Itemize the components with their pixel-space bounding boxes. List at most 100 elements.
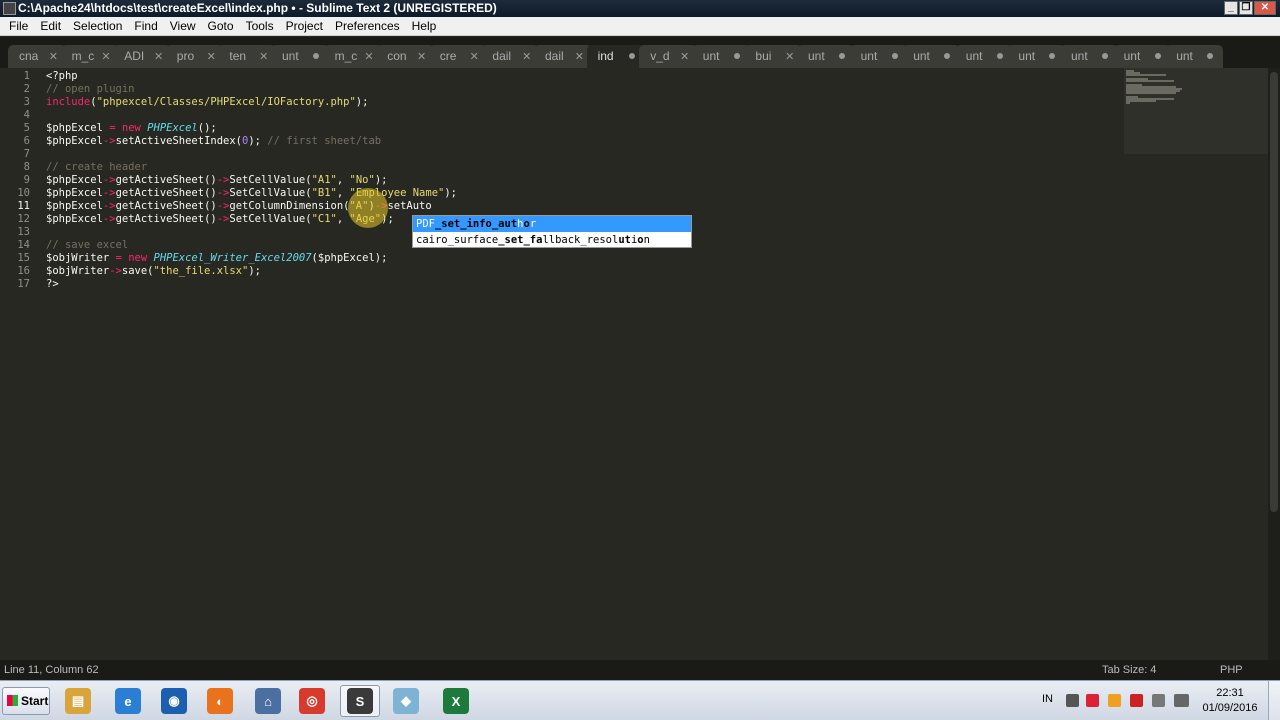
tab-14[interactable]: bui ✕ (744, 45, 803, 68)
unsaved-dot-icon[interactable] (1207, 53, 1214, 59)
code-line[interactable]: $phpExcel->getActiveSheet()->SetCellValu… (46, 174, 457, 187)
minimize-button[interactable]: _ (1224, 1, 1238, 15)
scrollbar-thumb[interactable] (1270, 72, 1278, 512)
menu-goto[interactable]: Goto (202, 17, 240, 36)
tab-13[interactable]: unt (691, 45, 750, 68)
excel-taskbar-button[interactable]: X (436, 685, 476, 717)
tab-close-icon[interactable]: ✕ (470, 48, 479, 67)
orange-circle-icon[interactable] (1108, 694, 1121, 707)
explorer-taskbar-button[interactable]: ▤ (58, 685, 98, 717)
red-tool-icon[interactable] (1086, 694, 1099, 707)
tab-close-icon[interactable]: ✕ (101, 48, 110, 67)
tab-18[interactable]: unt (954, 45, 1013, 68)
tab-22[interactable]: unt (1165, 45, 1224, 68)
tab-close-icon[interactable]: ✕ (207, 48, 216, 67)
tab-6[interactable]: m_c ✕ (323, 45, 382, 68)
tab-2[interactable]: ADI ✕ (113, 45, 172, 68)
tab-8[interactable]: cre ✕ (428, 45, 487, 68)
autocomplete-popup[interactable]: PDF_set_info_author cairo_surface_set_fal… (412, 215, 692, 248)
tab-close-icon[interactable]: ✕ (680, 48, 689, 67)
tab-close-icon[interactable]: ✕ (154, 48, 163, 67)
up-arrow-icon[interactable] (1066, 694, 1079, 707)
tab-0[interactable]: cna ✕ (8, 45, 66, 68)
tab-21[interactable]: unt (1112, 45, 1171, 68)
tab-close-icon[interactable]: ✕ (49, 48, 58, 67)
code-line[interactable]: $objWriter = new PHPExcel_Writer_Excel20… (46, 252, 457, 265)
code-line[interactable]: // save excel (46, 239, 457, 252)
unsaved-dot-icon[interactable] (891, 53, 898, 59)
tab-close-icon[interactable]: ✕ (522, 48, 531, 67)
tab-close-icon[interactable]: ✕ (575, 48, 584, 67)
tab-12[interactable]: v_d ✕ (639, 45, 698, 68)
close-button[interactable]: ✕ (1254, 1, 1276, 15)
tab-5[interactable]: unt (271, 45, 329, 68)
tab-15[interactable]: unt (797, 45, 855, 68)
code-line[interactable] (46, 226, 457, 239)
sublime-taskbar-button[interactable]: S (340, 685, 380, 717)
tab-4[interactable]: ten ✕ (218, 45, 277, 68)
unsaved-dot-icon[interactable] (839, 53, 845, 59)
unsaved-dot-icon[interactable] (1049, 53, 1056, 59)
volume-icon[interactable] (1176, 694, 1189, 707)
menu-find[interactable]: Find (128, 17, 163, 36)
code-line[interactable]: <?php (46, 70, 457, 83)
vertical-scrollbar[interactable] (1268, 68, 1280, 660)
globe-taskbar-button[interactable]: ◉ (154, 685, 194, 717)
menu-tools[interactable]: Tools (240, 17, 280, 36)
tab-1[interactable]: m_c ✕ (60, 45, 119, 68)
unsaved-dot-icon[interactable] (1154, 53, 1161, 59)
menu-view[interactable]: View (164, 17, 202, 36)
code-line[interactable]: ?> (46, 278, 457, 291)
tab-close-icon[interactable]: ✕ (785, 48, 794, 67)
code-line[interactable]: $phpExcel->getActiveSheet()->SetCellValu… (46, 213, 457, 226)
maximize-button[interactable]: ❐ (1239, 1, 1253, 15)
code-line[interactable]: include("phpexcel/Classes/PHPExcel/IOFac… (46, 96, 457, 109)
antivirus-icon[interactable] (1130, 694, 1143, 707)
tab-3[interactable]: pro ✕ (165, 45, 224, 68)
tab-close-icon[interactable]: ✕ (364, 48, 373, 67)
internet-explorer-taskbar-button[interactable]: e (108, 685, 148, 717)
clock[interactable]: 22:31 01/09/2016 (1202, 686, 1258, 716)
code-line[interactable]: $objWriter->save("the_file.xlsx"); (46, 265, 457, 278)
code-line[interactable] (46, 109, 457, 122)
show-desktop-button[interactable] (1268, 681, 1280, 720)
network-taskbar-button[interactable]: ⌂ (248, 685, 288, 717)
tab-17[interactable]: unt (902, 45, 961, 68)
tab-close-icon[interactable]: ✕ (259, 48, 268, 67)
tab-11[interactable]: ind (586, 45, 645, 68)
menu-edit[interactable]: Edit (34, 17, 67, 36)
code-line[interactable] (46, 148, 457, 161)
unsaved-dot-icon[interactable] (944, 53, 951, 59)
minimap[interactable] (1124, 68, 1268, 154)
code-line[interactable]: $phpExcel = new PHPExcel(); (46, 122, 457, 135)
chrome-taskbar-button[interactable]: ◎ (292, 685, 332, 717)
tab-20[interactable]: unt (1060, 45, 1118, 68)
code-line[interactable]: // create header (46, 161, 457, 174)
firefox-taskbar-button[interactable]: ◐ (200, 685, 240, 717)
menu-file[interactable]: File (3, 17, 34, 36)
tab-16[interactable]: unt (849, 45, 908, 68)
menu-preferences[interactable]: Preferences (329, 17, 406, 36)
tab-9[interactable]: dail ✕ (481, 45, 540, 68)
code-line[interactable]: // open plugin (46, 83, 457, 96)
unsaved-dot-icon[interactable] (996, 53, 1003, 59)
code-view[interactable]: <?php// open plugin include("phpexcel/Cla… (46, 70, 457, 291)
menu-project[interactable]: Project (280, 17, 329, 36)
code-line[interactable]: $phpExcel->getActiveSheet()->getColumnDi… (46, 200, 457, 213)
eraser-taskbar-button[interactable]: ◆ (386, 685, 426, 717)
syntax-selector[interactable]: PHP (1220, 660, 1243, 680)
menu-help[interactable]: Help (406, 17, 443, 36)
tab-7[interactable]: con ✕ (376, 45, 435, 68)
code-line[interactable]: $phpExcel->setActiveSheetIndex(0); // fi… (46, 135, 457, 148)
tab-10[interactable]: dail ✕ (534, 45, 592, 68)
monitor-icon[interactable] (1152, 694, 1165, 707)
unsaved-dot-icon[interactable] (628, 53, 635, 59)
autocomplete-item[interactable]: PDF_set_info_author (413, 216, 691, 232)
tab-size-selector[interactable]: Tab Size: 4 (1102, 660, 1156, 680)
tab-close-icon[interactable]: ✕ (417, 48, 426, 67)
unsaved-dot-icon[interactable] (1102, 53, 1108, 59)
autocomplete-item[interactable]: cairo_surface_set_fallback_resolution (413, 232, 691, 248)
unsaved-dot-icon[interactable] (313, 53, 319, 59)
menu-selection[interactable]: Selection (67, 17, 128, 36)
tab-19[interactable]: unt (1007, 45, 1066, 68)
